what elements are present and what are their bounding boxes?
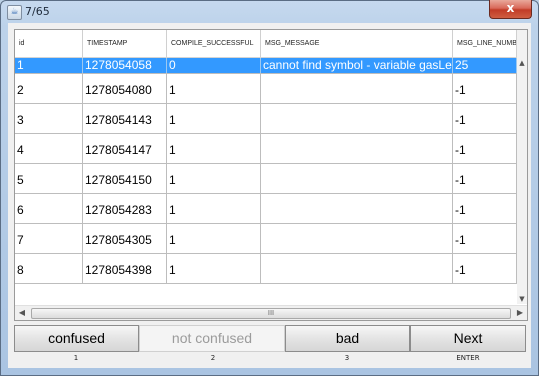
cell-compile-successful: 1 <box>167 164 261 193</box>
data-table: id TIMESTAMP COMPILE_SUCCESSFUL MSG_MESS… <box>14 29 528 321</box>
cell-id: 8 <box>15 254 83 283</box>
cell-compile-successful: 0 <box>167 58 261 73</box>
horizontal-scrollbar[interactable]: ◀ III ▶ <box>15 305 527 320</box>
cell-compile-successful: 1 <box>167 224 261 253</box>
cell-id: 7 <box>15 224 83 253</box>
java-app-icon: ☕ <box>7 5 22 20</box>
cell-compile-successful: 1 <box>167 134 261 163</box>
table-row[interactable]: 4 1278054147 1 -1 <box>15 134 517 164</box>
cell-msg-line-number: -1 <box>453 164 517 193</box>
column-header-compile-successful[interactable]: COMPILE_SUCCESSFUL <box>167 30 261 57</box>
cell-compile-successful: 1 <box>167 254 261 283</box>
cell-timestamp: 1278054147 <box>83 134 167 163</box>
cell-msg-message <box>261 224 453 253</box>
confused-shortcut: 1 <box>73 354 79 362</box>
table-row[interactable]: 5 1278054150 1 -1 <box>15 164 517 194</box>
scroll-left-icon[interactable]: ◀ <box>15 306 29 320</box>
bad-shortcut: 3 <box>344 354 350 362</box>
window-title: 7/65 <box>25 5 50 18</box>
cell-msg-line-number: -1 <box>453 134 517 163</box>
app-window: ☕ 7/65 x id TIMESTAMP COMPILE_SUCCESSFUL… <box>0 0 539 376</box>
cell-msg-message <box>261 254 453 283</box>
client-area: id TIMESTAMP COMPILE_SUCCESSFUL MSG_MESS… <box>8 23 531 368</box>
cell-id: 4 <box>15 134 83 163</box>
cell-timestamp: 1278054283 <box>83 194 167 223</box>
not-confused-shortcut: 2 <box>210 354 216 362</box>
cell-id: 2 <box>15 74 83 103</box>
cell-msg-line-number: 25 <box>453 58 517 73</box>
cell-timestamp: 1278054305 <box>83 224 167 253</box>
confused-button[interactable]: confused <box>14 325 139 352</box>
not-confused-button[interactable]: not confused <box>139 325 285 352</box>
close-button[interactable]: x <box>489 0 532 19</box>
table-header: id TIMESTAMP COMPILE_SUCCESSFUL MSG_MESS… <box>15 30 517 58</box>
cell-msg-line-number: -1 <box>453 254 517 283</box>
cell-msg-message <box>261 74 453 103</box>
cell-msg-message <box>261 104 453 133</box>
cell-timestamp: 1278054398 <box>83 254 167 283</box>
table-row-selected[interactable]: 1 1278054058 0 cannot find symbol - variabl… <box>15 58 517 74</box>
horizontal-scroll-thumb[interactable]: III <box>31 308 511 319</box>
table-row[interactable]: 7 1278054305 1 -1 <box>15 224 517 254</box>
cell-msg-message <box>261 164 453 193</box>
bad-button[interactable]: bad <box>285 325 410 352</box>
table-row[interactable]: 3 1278054143 1 -1 <box>15 104 517 134</box>
cell-msg-message: cannot find symbol - variable gasLeft <box>263 58 453 73</box>
cell-timestamp: 1278054150 <box>83 164 167 193</box>
cell-id: 5 <box>15 164 83 193</box>
cell-msg-message <box>261 194 453 223</box>
vertical-scrollbar[interactable]: ▲ ▼ <box>517 30 527 304</box>
cell-compile-successful: 1 <box>167 194 261 223</box>
cell-compile-successful: 1 <box>167 74 261 103</box>
cell-id: 3 <box>15 104 83 133</box>
cell-id: 1 <box>15 58 83 73</box>
cell-timestamp: 1278054143 <box>83 104 167 133</box>
cell-msg-line-number: -1 <box>453 224 517 253</box>
next-shortcut: ENTER <box>456 354 480 362</box>
cell-timestamp: 1278054080 <box>83 74 167 103</box>
scroll-down-icon[interactable]: ▼ <box>517 294 527 304</box>
cell-compile-successful: 1 <box>167 104 261 133</box>
cell-timestamp: 1278054058 <box>83 58 167 73</box>
column-header-id[interactable]: id <box>15 30 83 57</box>
table-row[interactable]: 2 1278054080 1 -1 <box>15 74 517 104</box>
table-row[interactable]: 8 1278054398 1 -1 <box>15 254 517 284</box>
title-bar[interactable]: ☕ 7/65 x <box>1 0 538 23</box>
cell-msg-line-number: -1 <box>453 104 517 133</box>
column-header-timestamp[interactable]: TIMESTAMP <box>83 30 167 57</box>
scroll-right-icon[interactable]: ▶ <box>513 306 527 320</box>
cell-msg-line-number: -1 <box>453 194 517 223</box>
column-header-msg-line-number[interactable]: MSG_LINE_NUMBER <box>453 30 517 57</box>
cell-id: 6 <box>15 194 83 223</box>
table-row[interactable]: 6 1278054283 1 -1 <box>15 194 517 224</box>
scroll-up-icon[interactable]: ▲ <box>517 58 527 68</box>
column-header-msg-message[interactable]: MSG_MESSAGE <box>261 30 453 57</box>
cell-msg-message <box>261 134 453 163</box>
cell-msg-line-number: -1 <box>453 74 517 103</box>
next-button[interactable]: Next <box>410 325 526 352</box>
